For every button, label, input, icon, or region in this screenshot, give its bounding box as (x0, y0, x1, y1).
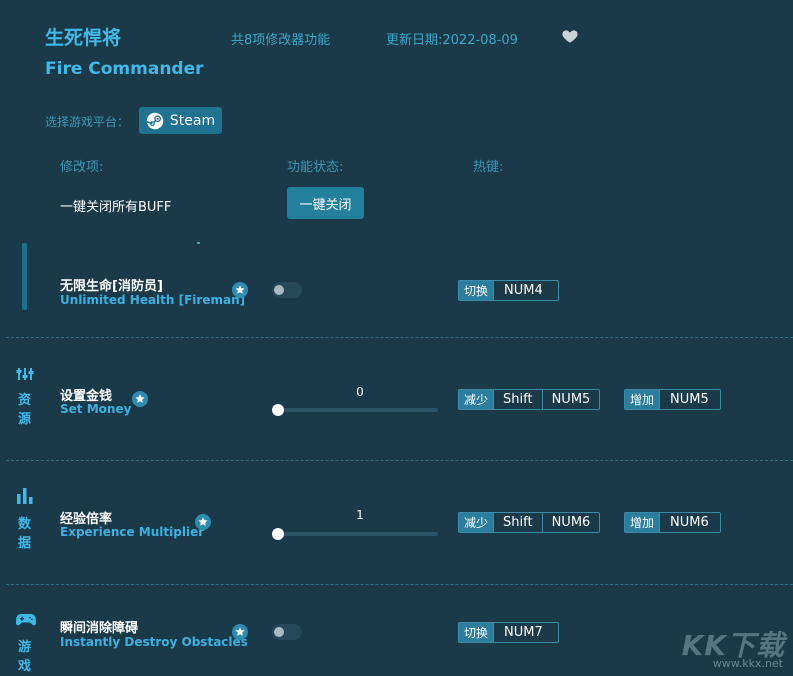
hotkey-key: NUM5 (659, 390, 720, 409)
slider-exp[interactable] (278, 532, 438, 536)
category-resource: 资源 (18, 393, 32, 427)
steam-button[interactable]: Steam (139, 107, 222, 134)
column-item: 修改项: (60, 160, 104, 175)
hotkey-key: NUM4 (493, 281, 558, 300)
slider-value-money: 0 (356, 385, 364, 399)
hotkey-money-decrease[interactable]: 减少 Shift NUM5 (458, 389, 601, 410)
heart-icon[interactable] (561, 27, 579, 45)
close-all-button[interactable]: 一键关闭 (287, 187, 364, 219)
slider-knob-money[interactable] (272, 404, 284, 416)
star-icon[interactable] (232, 282, 248, 298)
hotkey-key: NUM5 (541, 390, 600, 409)
game-title-en: Fire Commander (45, 59, 204, 79)
hotkey-key: NUM6 (659, 513, 720, 532)
hotkey-tag: 切换 (459, 281, 494, 300)
feature-count: 共8项修改器功能 (231, 33, 331, 48)
hotkey-exp-decrease[interactable]: 减少 Shift NUM6 (458, 512, 601, 533)
toggle-unlimited-health[interactable] (272, 282, 302, 298)
hotkey-unlimited-health[interactable]: 切换 NUM4 (458, 280, 559, 301)
star-icon[interactable] (232, 624, 248, 640)
bar-chart-icon (17, 488, 33, 504)
column-status: 功能状态: (287, 160, 344, 175)
section-divider (6, 337, 793, 338)
hotkey-tag: 切换 (459, 623, 494, 642)
hotkey-destroy-obstacles[interactable]: 切换 NUM7 (458, 622, 559, 643)
category-data: 数据 (18, 517, 32, 551)
star-icon[interactable] (132, 391, 148, 407)
star-icon[interactable] (195, 514, 211, 530)
hotkey-key: NUM7 (493, 623, 558, 642)
category-game: 游戏 (18, 640, 32, 674)
item-destroy-obstacles-en: Instantly Destroy Obstacles (60, 635, 248, 649)
item-exp-multiplier-en: Experience Multiplier (60, 525, 205, 539)
hotkey-key: NUM6 (541, 513, 600, 532)
hotkey-money-increase[interactable]: 增加 NUM5 (624, 389, 721, 410)
sliders-icon (16, 368, 34, 380)
steam-icon (146, 112, 164, 129)
slider-value-exp: 1 (356, 508, 364, 522)
hotkey-tag: 增加 (625, 513, 660, 532)
slider-money[interactable] (278, 408, 438, 412)
item-destroy-obstacles-cn: 瞬间消除障碍 (60, 621, 139, 636)
slider-knob-exp[interactable] (272, 528, 284, 540)
hotkey-tag: 减少 (459, 390, 494, 409)
platform-label: 选择游戏平台： (45, 115, 130, 129)
scroll-marker (197, 242, 200, 244)
item-unlimited-health-en: Unlimited Health [Fireman] (60, 293, 246, 307)
section-divider (6, 584, 793, 585)
hotkey-tag: 增加 (625, 390, 660, 409)
scrollbar[interactable] (22, 243, 27, 310)
item-set-money-en: Set Money (60, 402, 132, 416)
hotkey-exp-increase[interactable]: 增加 NUM6 (624, 512, 721, 533)
close-all-buff-label: 一键关闭所有BUFF (60, 200, 172, 215)
steam-button-label: Steam (169, 112, 216, 129)
update-date: 更新日期:2022-08-09 (386, 33, 518, 48)
section-divider (6, 460, 793, 461)
toggle-destroy-obstacles[interactable] (272, 624, 302, 640)
watermark-url: www.kkx.net (712, 657, 783, 670)
hotkey-key: Shift (493, 390, 542, 409)
hotkey-tag: 减少 (459, 513, 494, 532)
watermark: KK下载 www.kkx.net (667, 624, 785, 670)
game-title-cn: 生死悍将 (45, 27, 122, 49)
column-hotkey: 热键: (473, 160, 504, 175)
hotkey-key: Shift (493, 513, 542, 532)
item-unlimited-health-cn: 无限生命[消防员] (60, 279, 163, 294)
gamepad-icon (16, 614, 36, 626)
